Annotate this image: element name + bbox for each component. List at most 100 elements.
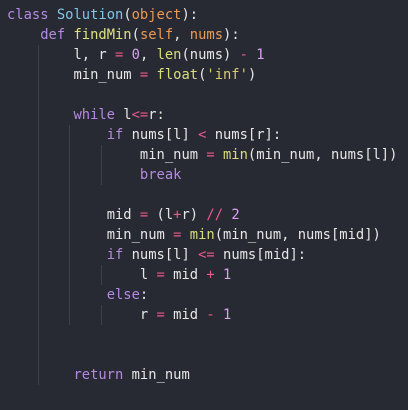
indent-guide	[69, 145, 71, 165]
code-block[interactable]: class Solution(object): def findMin(self…	[7, 5, 397, 385]
indent-guide	[37, 245, 39, 265]
code-token: //	[206, 207, 224, 223]
code-token: 'inf'	[206, 67, 248, 83]
code-token: =	[206, 147, 215, 163]
code-token: Solution	[56, 7, 124, 23]
code-token: )	[247, 67, 257, 83]
code-token: 1	[223, 307, 232, 323]
code-token: (min_num, nums[l])	[247, 147, 398, 163]
indent-guide	[69, 265, 71, 285]
code-token: min	[222, 147, 248, 163]
code-token: nums	[189, 27, 224, 43]
indent-guide	[100, 265, 102, 285]
code-line: min_num = float('inf')	[7, 65, 397, 85]
indent-guide	[37, 185, 39, 205]
code-token: l	[115, 107, 132, 123]
code-token: (nums)	[181, 47, 240, 63]
code-token: ,	[139, 47, 157, 63]
code-token: min_num	[123, 367, 190, 383]
code-token: self	[139, 27, 174, 43]
code-token: def	[40, 27, 66, 43]
code-token: mid	[164, 267, 207, 283]
code-line: l = mid + 1	[7, 265, 397, 285]
indent-guide	[37, 85, 39, 105]
code-token: <=	[131, 107, 149, 123]
code-token: ):	[181, 7, 199, 23]
indent-guide	[69, 185, 71, 205]
indent-guide	[37, 105, 39, 125]
code-token: ,	[173, 27, 190, 43]
code-token: min	[189, 227, 215, 243]
code-token: r	[139, 307, 157, 323]
code-token: min_num	[73, 67, 140, 83]
indent-guide	[69, 245, 71, 265]
code-line	[7, 185, 397, 205]
code-line: mid = (l+r) // 2	[7, 205, 397, 225]
code-token: return	[73, 367, 124, 383]
code-token: 1	[223, 267, 232, 283]
code-line: if nums[l] < nums[r]:	[7, 125, 397, 145]
code-line: else:	[7, 285, 397, 305]
code-line: min_num = min(min_num, nums[l])	[7, 145, 397, 165]
indent-guide	[37, 345, 39, 365]
code-token: class	[7, 7, 49, 23]
code-line: r = mid - 1	[7, 305, 397, 325]
code-token: :	[139, 287, 149, 303]
code-token: 0	[131, 47, 140, 63]
code-line	[7, 345, 397, 365]
code-token: <=	[198, 247, 215, 263]
code-token: -	[206, 307, 215, 323]
code-token: -	[239, 47, 248, 63]
code-token: r:	[148, 107, 165, 123]
indent-guide	[37, 205, 39, 225]
indent-guide	[69, 165, 71, 185]
code-token: nums[l]	[123, 247, 199, 263]
code-token: else	[106, 287, 140, 303]
code-token: =	[156, 267, 165, 283]
code-token: min_num	[139, 147, 207, 163]
code-line: return min_num	[7, 365, 397, 385]
code-token: l, r	[73, 47, 115, 63]
code-line	[7, 325, 397, 345]
code-token: nums[r]:	[206, 127, 282, 143]
code-token: (l	[148, 207, 174, 223]
code-line: min_num = min(min_num, nums[mid])	[7, 225, 397, 245]
code-token: if	[106, 247, 124, 263]
indent-guide	[37, 65, 39, 85]
code-token: mid	[106, 207, 140, 223]
indent-guide	[37, 305, 39, 325]
code-token: float	[156, 67, 199, 83]
code-token: while	[73, 107, 115, 123]
indent-guide	[69, 285, 71, 305]
indent-guide	[37, 125, 39, 145]
code-token: (	[123, 7, 132, 23]
code-token: (min_num, nums[mid])	[214, 227, 381, 243]
code-token: r)	[181, 207, 207, 223]
code-token: =	[139, 207, 149, 223]
code-token: (	[131, 27, 140, 43]
code-editor[interactable]: class Solution(object): def findMin(self…	[0, 0, 408, 410]
code-token: object	[131, 7, 182, 23]
indent-guide	[37, 265, 39, 285]
indent-guide	[37, 225, 39, 245]
code-token: break	[139, 167, 182, 183]
